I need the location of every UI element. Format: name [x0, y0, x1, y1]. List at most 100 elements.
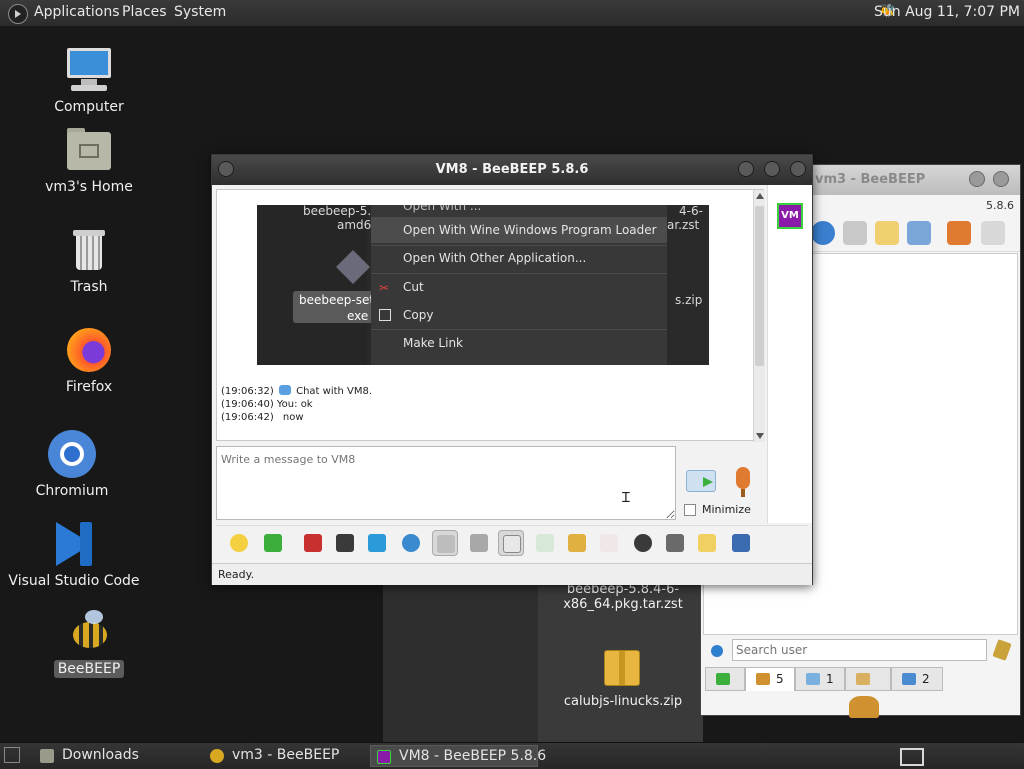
status-bar: Ready. [212, 563, 812, 585]
clear-icon[interactable] [981, 221, 1005, 245]
gear-icon [402, 534, 420, 552]
menu-applications[interactable]: Applications [34, 4, 120, 20]
chats-icon [806, 673, 820, 685]
save-chat-button[interactable] [532, 530, 558, 556]
scissors-icon: ✂ [379, 281, 390, 295]
chat-message: (19:06:42) now [221, 412, 304, 423]
share-icon[interactable] [947, 221, 971, 245]
message-time: (19:06:32) [221, 386, 274, 397]
message-icon[interactable] [843, 221, 867, 245]
edit-button[interactable] [694, 530, 720, 556]
file-name-line: x86_64.pkg.tar.zst [563, 597, 683, 612]
show-desktop-icon[interactable] [4, 747, 20, 763]
maximize-button[interactable] [764, 161, 780, 177]
tab-shares[interactable]: 2 [891, 667, 943, 691]
font-color-button[interactable] [332, 530, 358, 556]
file-beebeep-pkg[interactable]: beebeep-5.8.4-6- x86_64.pkg.tar.zst [548, 582, 698, 612]
screenshot-menu-item: Open With Other Application... [403, 251, 587, 265]
workspace-switcher-icon[interactable] [900, 748, 924, 766]
save-button[interactable] [728, 530, 754, 556]
voice-message-button[interactable] [736, 467, 750, 497]
screenshot-context-menu: Open With ... Open With Wine Windows Pro… [371, 205, 667, 365]
chat-scrollbar[interactable] [753, 190, 765, 442]
minimize-emoticons-button[interactable] [260, 530, 286, 556]
menu-system[interactable]: System [174, 4, 226, 20]
desktop-icon-label: Visual Studio Code [8, 573, 140, 589]
taskbar-item-label: vm3 - BeeBEEP [232, 747, 340, 763]
taskbar-item-vm3[interactable]: vm3 - BeeBEEP [204, 745, 366, 767]
clock[interactable]: Sun Aug 11, 7:07 PM [874, 4, 1020, 20]
close-button[interactable] [790, 161, 806, 177]
send-file-button[interactable] [564, 530, 590, 556]
taskbar-item-downloads[interactable]: Downloads [34, 745, 200, 767]
desktop-icon-chromium[interactable]: Chromium [17, 430, 127, 500]
network-icon[interactable] [811, 221, 835, 245]
screenshot-text: beebeep-setu [299, 293, 382, 307]
tab-users[interactable]: 5 [745, 667, 795, 691]
clear-icon [666, 534, 684, 552]
desktop-icon-vscode[interactable]: Visual Studio Code [4, 520, 144, 590]
screenshot-menu-item: Copy [403, 308, 434, 322]
bee-icon [65, 608, 113, 656]
desktop-icon-label: vm3's Home [45, 179, 133, 195]
text-cursor-icon: Ɪ [622, 490, 630, 506]
send-button[interactable] [686, 470, 716, 492]
music-note-icon [503, 535, 521, 553]
users-icon [849, 696, 879, 718]
vm3-version-label: 5.8.6 [986, 199, 1014, 212]
tab-groups[interactable] [845, 667, 891, 691]
emoticons-button[interactable] [226, 530, 252, 556]
menu-places[interactable]: Places [122, 4, 167, 20]
scroll-down-icon[interactable] [756, 433, 764, 439]
chat-history[interactable]: beebeep-5.8 amd6 beebeep-setu exe 4-6- a… [216, 189, 765, 442]
desktop-icon-trash[interactable]: Trash [34, 226, 144, 296]
sound-button[interactable] [498, 530, 524, 556]
clear-chat-button[interactable] [662, 530, 688, 556]
scrollbar-thumb[interactable] [755, 206, 764, 366]
shares-icon [902, 673, 916, 685]
bubble-style-button[interactable] [466, 530, 492, 556]
distro-logo-icon[interactable] [8, 4, 28, 24]
desktop-icon-home[interactable]: vm3's Home [34, 126, 144, 196]
taskbar-item-vm8[interactable]: VM8 - BeeBEEP 5.8.6 [370, 745, 546, 767]
tab-chats[interactable]: 1 [795, 667, 845, 691]
desktop-icon-firefox[interactable]: Firefox [34, 326, 144, 396]
minimize-checkbox[interactable] [684, 504, 696, 516]
broom-icon[interactable] [992, 639, 1012, 661]
filter-button[interactable] [364, 530, 390, 556]
shared-screenshot-image[interactable]: beebeep-5.8 amd6 beebeep-setu exe 4-6- a… [257, 205, 709, 365]
message-input[interactable] [216, 446, 676, 520]
taskbar-item-label: Downloads [62, 747, 139, 763]
file-calubjs-zip[interactable]: calubjs-linucks.zip [548, 694, 698, 709]
vm8-chat-window[interactable]: VM8 - BeeBEEP 5.8.6 beebeep-5.8 amd6 bee… [211, 154, 813, 585]
vm8-titlebar[interactable]: VM8 - BeeBEEP 5.8.6 [212, 155, 812, 185]
screenshot-menu-item: Make Link [403, 336, 463, 350]
zip-archive-icon[interactable] [604, 650, 640, 686]
search-users-icon[interactable] [907, 221, 931, 245]
settings-button[interactable] [398, 530, 424, 556]
maximize-button[interactable] [993, 171, 1009, 187]
taskbar: Downloads vm3 - BeeBEEP VM8 - BeeBEEP 5.… [0, 742, 1024, 769]
screenshot-text: 4-6- [679, 205, 703, 218]
minimize-button[interactable] [969, 171, 985, 187]
search-user-input[interactable] [732, 639, 987, 661]
exe-file-icon [336, 250, 370, 284]
desktop-icon-beebeep[interactable]: BeeBEEP [34, 608, 144, 678]
html-button[interactable] [596, 530, 622, 556]
folder-arrow-icon [568, 534, 586, 552]
users-icon [756, 673, 770, 685]
desktop-icon-computer[interactable]: Computer [34, 46, 144, 116]
minimize-button[interactable] [738, 161, 754, 177]
scroll-up-icon[interactable] [756, 193, 764, 199]
screenshot-button[interactable] [630, 530, 656, 556]
compact-view-button[interactable] [432, 530, 458, 556]
font-icon [304, 534, 322, 552]
tab-count: 1 [826, 672, 834, 686]
avatar[interactable]: VM [777, 203, 803, 229]
font-button[interactable] [300, 530, 326, 556]
tab-count: 5 [776, 672, 784, 686]
menu-separator [371, 245, 667, 246]
tab-network-status[interactable] [705, 667, 745, 691]
write-icon[interactable] [875, 221, 899, 245]
screenshot-text: ar.zst [667, 218, 700, 232]
